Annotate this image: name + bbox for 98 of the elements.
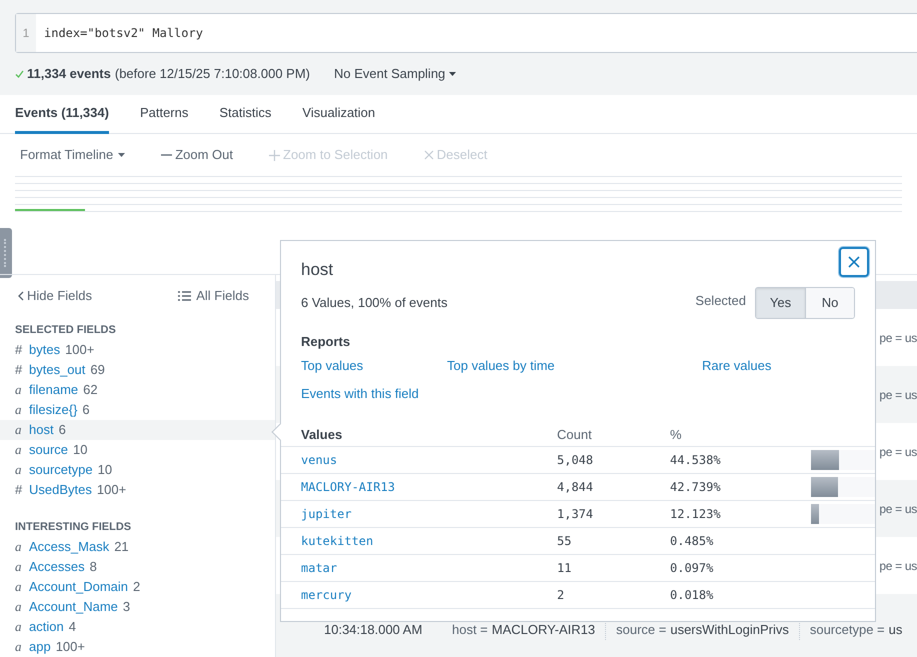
report-link[interactable]: Rare values xyxy=(702,356,772,376)
event-field-text: pe = us xyxy=(879,330,917,346)
toolbar-button[interactable]: Format Timeline xyxy=(20,145,126,165)
report-link[interactable]: Top values by time xyxy=(447,356,555,376)
column-header: Values xyxy=(301,426,344,444)
section-heading: INTERESTING FIELDS xyxy=(14,520,132,535)
field-type-marker: a xyxy=(15,538,22,556)
field-type-marker: a xyxy=(15,618,22,636)
field-value[interactable]: MACLORY-AIR13 xyxy=(492,620,596,640)
event-field-text: pe = us xyxy=(879,444,917,460)
field-type-marker: a xyxy=(15,421,22,440)
event-time: 10:34:18.000 AM xyxy=(324,621,424,639)
report-link[interactable]: Top values xyxy=(301,356,364,376)
list-icon xyxy=(178,291,192,301)
field-type-marker: a xyxy=(15,598,22,616)
field-item[interactable]: a Account_Name 3 xyxy=(0,597,275,617)
count-cell-text: 5,048 xyxy=(557,452,594,469)
search-query: index="botsv2" Mallory xyxy=(43,25,203,42)
selected-label: Selected xyxy=(695,292,746,310)
value-link[interactable]: venus xyxy=(301,451,557,469)
field-value[interactable]: usersWithLoginPrivs xyxy=(670,620,789,640)
search-time-range: (before 12/15/25 7:10:08.000 PM) xyxy=(114,65,310,84)
percent-cell-text: 12.123% xyxy=(670,506,722,523)
field-item[interactable]: a Accesses 8 xyxy=(0,557,275,577)
field-type-marker: a xyxy=(15,461,22,480)
toolbar-button[interactable]: Zoom Out xyxy=(161,145,233,165)
count-cell-text: 4,844 xyxy=(557,479,594,496)
toggle-option[interactable]: Yes xyxy=(756,288,805,318)
field-item[interactable]: # bytes 100+ xyxy=(0,340,275,360)
report-link[interactable]: Events with this field xyxy=(301,384,419,403)
line-number: 1 xyxy=(16,14,36,52)
percent-cell-text: 44.538% xyxy=(670,452,722,469)
field-item[interactable]: a host 6 xyxy=(0,420,275,440)
hide-fields-button[interactable]: Hide Fields xyxy=(18,286,92,306)
tab[interactable]: Patterns xyxy=(140,95,188,134)
search-field[interactable]: 1 index="botsv2" Mallory xyxy=(15,13,917,53)
field-item[interactable]: # UsedBytes 100+ xyxy=(0,480,275,500)
value-link[interactable]: jupiter xyxy=(301,505,557,523)
panel-handle[interactable] xyxy=(0,228,12,278)
field-key: host = xyxy=(452,620,488,640)
field-value[interactable]: us xyxy=(888,620,902,640)
field-type-marker: a xyxy=(15,578,22,596)
field-type-marker: a xyxy=(15,638,22,656)
close-icon xyxy=(424,150,434,160)
count-cell-text: 11 xyxy=(557,560,572,577)
column-header: % xyxy=(670,426,683,444)
chevron-left-icon xyxy=(18,291,24,301)
check-icon xyxy=(15,70,24,78)
value-link[interactable]: kutekitten xyxy=(301,532,557,550)
field-item[interactable]: a source 10 xyxy=(0,440,275,460)
field-item[interactable]: # bytes_out 69 xyxy=(0,360,275,380)
field-key: source = xyxy=(616,620,666,640)
all-fields-button[interactable]: All Fields xyxy=(178,286,249,306)
percent-cell-text: 42.739% xyxy=(670,479,722,496)
value-link[interactable]: matar xyxy=(301,559,557,577)
toggle-option[interactable]: No xyxy=(805,288,854,318)
percent-cell-text: 0.018% xyxy=(670,587,714,604)
field-item[interactable]: a app 100+ xyxy=(0,637,275,657)
field-type-marker: a xyxy=(15,381,22,400)
event-field-text: pe = us xyxy=(879,386,917,404)
tab[interactable]: Statistics xyxy=(219,95,272,134)
value-link[interactable]: mercury xyxy=(301,586,557,604)
field-type-marker: # xyxy=(15,481,24,500)
event-field-text: pe = us xyxy=(879,558,917,574)
field-type-marker: # xyxy=(15,361,24,380)
close-button[interactable] xyxy=(839,247,869,277)
reports-heading: Reports xyxy=(300,332,352,351)
field-item[interactable]: a filename 62 xyxy=(0,380,275,400)
field-item[interactable]: a sourcetype 10 xyxy=(0,460,275,480)
event-count: 11,334 events xyxy=(27,65,111,84)
count-cell-text: 1,374 xyxy=(557,506,594,523)
section-heading: SELECTED FIELDS xyxy=(14,322,117,338)
field-type-marker: # xyxy=(15,341,24,360)
values-summary: 6 Values, 100% of events xyxy=(301,294,448,312)
value-link[interactable]: MACLORY-AIR13 xyxy=(301,478,557,496)
field-item[interactable]: a Account_Domain 2 xyxy=(0,577,275,597)
tab[interactable]: Visualization xyxy=(302,95,376,134)
field-type-marker: a xyxy=(15,441,22,460)
field-type-marker: a xyxy=(15,401,22,420)
sampling-dropdown[interactable]: No Event Sampling xyxy=(334,64,456,84)
event-field-text: pe = us xyxy=(879,500,917,518)
field-item[interactable]: a filesize{} 6 xyxy=(0,400,275,420)
popup-title: host xyxy=(301,259,334,281)
tab[interactable]: Events (11,334) xyxy=(15,95,109,134)
column-header: Count xyxy=(557,426,593,444)
timeline-chart[interactable] xyxy=(15,176,902,212)
plus-icon xyxy=(269,150,280,160)
percent-cell-text: 0.485% xyxy=(670,533,714,550)
count-cell-text: 2 xyxy=(557,587,566,604)
field-type-marker: a xyxy=(15,558,22,576)
field-key: sourcetype = xyxy=(810,620,885,640)
caret-icon xyxy=(449,72,456,76)
field-item[interactable]: a Access_Mask 21 xyxy=(0,537,275,557)
field-item[interactable]: a action 4 xyxy=(0,617,275,637)
caret-icon xyxy=(118,153,126,157)
close-icon xyxy=(848,256,860,268)
percent-cell-text: 0.097% xyxy=(670,560,714,577)
count-cell-text: 55 xyxy=(557,533,572,550)
